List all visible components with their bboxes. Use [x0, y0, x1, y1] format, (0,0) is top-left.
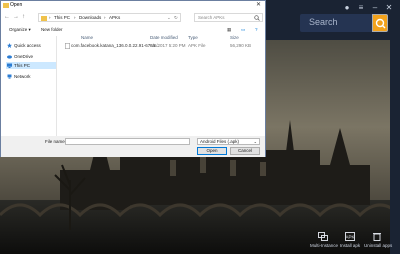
column-header-type[interactable]: Type — [188, 34, 198, 41]
computer-icon — [7, 63, 12, 68]
emulator-side-panel — [390, 40, 400, 254]
minimize-icon[interactable]: – — [370, 3, 380, 13]
multi-instance-button[interactable]: Multi-Instance — [310, 230, 339, 252]
search-placeholder: Search APKs — [198, 15, 225, 20]
preview-pane-icon[interactable]: ▭ — [241, 25, 245, 34]
breadcrumb-separator: › — [74, 15, 76, 20]
sidebar-item-quick-access[interactable]: Quick access — [6, 42, 56, 49]
organize-button[interactable]: Organize ▾ — [9, 25, 31, 34]
refresh-icon[interactable]: ↻ — [174, 14, 178, 22]
uninstall-apps-button[interactable]: Uninstall apps — [364, 230, 393, 252]
search-icon — [375, 18, 386, 29]
file-type-select[interactable]: Android Files (.apk) ⌄ — [197, 138, 260, 145]
new-folder-button[interactable]: New folder — [41, 25, 63, 34]
column-header-date-modified[interactable]: Date modified — [150, 34, 178, 41]
file-name: com.facebook.katana_136.0.0.22.91-6765..… — [71, 43, 160, 48]
multi-instance-label: Multi-Instance — [310, 243, 339, 248]
address-bar[interactable]: › This PC › Downloads › APKs ⌄ ↻ — [38, 13, 181, 22]
network-icon — [7, 74, 12, 79]
file-date: 8/8/2017 5:20 PM — [150, 43, 186, 48]
search-field[interactable]: Search APKs — [194, 13, 263, 22]
sidebar-item-label: OneDrive — [14, 54, 34, 59]
menu-icon[interactable]: ≡ — [356, 3, 366, 13]
close-window-icon[interactable]: ✕ — [384, 3, 394, 13]
close-icon[interactable]: ✕ — [256, 1, 261, 9]
navigation-pane: Quick access OneDrive This PC Network — [1, 36, 57, 136]
column-header-size[interactable]: Size — [230, 34, 239, 41]
breadcrumb-downloads[interactable]: Downloads — [79, 14, 101, 22]
sidebar-item-onedrive[interactable]: OneDrive — [6, 53, 56, 60]
up-arrow-icon[interactable]: ↑ — [22, 13, 25, 21]
search-label: Search — [309, 17, 338, 27]
sidebar-item-label: Quick access — [14, 43, 41, 48]
forward-arrow-icon[interactable]: → — [13, 13, 19, 21]
uninstall-apps-label: Uninstall apps — [364, 243, 393, 248]
file-type: APK File — [188, 43, 206, 48]
emulator-tool-buttons: Multi-Instance APK Install apk Uninstall… — [310, 230, 393, 252]
breadcrumb-apks[interactable]: APKs — [109, 14, 120, 22]
svg-text:APK: APK — [345, 235, 354, 240]
sidebar-item-network[interactable]: Network — [6, 73, 56, 80]
folder-icon — [3, 3, 9, 8]
dialog-title-bar: Open ✕ — [1, 1, 265, 9]
install-apk-icon: APK — [345, 232, 355, 241]
sidebar-item-label: This PC — [14, 63, 31, 68]
file-list: Name Date modified Type Size com.faceboo… — [58, 34, 265, 134]
search-icon — [254, 15, 260, 21]
dropdown-icon[interactable]: ⌄ — [167, 14, 171, 22]
breadcrumb-separator: › — [104, 15, 106, 20]
sidebar-item-this-pc[interactable]: This PC — [6, 62, 56, 69]
install-apk-button[interactable]: APK Install apk — [337, 230, 363, 252]
star-icon — [7, 43, 12, 48]
sidebar-item-label: Network — [14, 74, 31, 79]
dialog-toolbar: Organize ▾ New folder ▦ ▭ ? — [1, 25, 265, 34]
install-apk-label: Install apk — [339, 243, 361, 248]
help-icon[interactable]: ? — [255, 25, 258, 34]
file-size: 56,290 KB — [230, 43, 252, 48]
file-type-value: Android Files (.apk) — [200, 139, 240, 144]
view-options-icon[interactable]: ▦ — [227, 25, 231, 34]
file-name-label: File name: — [45, 139, 67, 144]
folder-icon — [41, 16, 47, 21]
chevron-down-icon: ⌄ — [253, 139, 257, 144]
emulator-search-bar[interactable]: Search — [300, 14, 388, 32]
cancel-button[interactable]: Cancel — [230, 147, 260, 155]
open-button[interactable]: Open — [197, 147, 227, 155]
dialog-footer: File name: Android Files (.apk) ⌄ Open C… — [1, 136, 265, 157]
file-icon — [65, 43, 70, 49]
breadcrumb-separator: › — [49, 15, 51, 20]
cloud-icon — [7, 55, 12, 59]
navigation-row: ← → ↑ › This PC › Downloads › APKs ⌄ ↻ S… — [1, 10, 265, 24]
trash-icon — [373, 233, 381, 241]
back-arrow-icon[interactable]: ← — [4, 13, 10, 21]
file-name-input[interactable] — [65, 138, 190, 145]
search-button[interactable] — [372, 14, 388, 32]
dialog-title: Open — [10, 2, 23, 8]
breadcrumb-this-pc[interactable]: This PC — [54, 14, 70, 22]
notification-icon[interactable]: ● — [342, 3, 352, 13]
multi-instance-icon — [318, 232, 328, 241]
open-file-dialog: Open ✕ ← → ↑ › This PC › Downloads › APK… — [0, 0, 266, 157]
column-header-name[interactable]: Name — [81, 34, 93, 41]
